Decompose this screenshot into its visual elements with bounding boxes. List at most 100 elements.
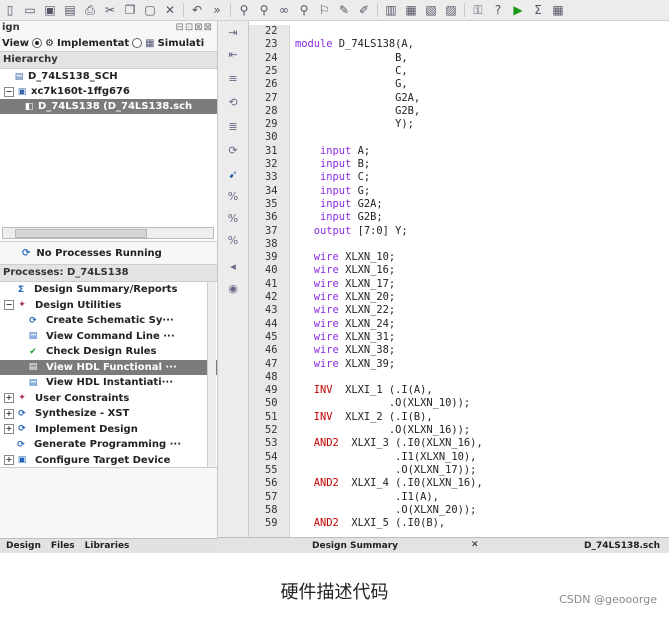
code-line[interactable]: wire XLXN_20; xyxy=(295,291,395,304)
process-item[interactable]: ✔ Check Design Rules xyxy=(0,344,217,360)
find-next-icon[interactable]: ⚲ xyxy=(256,3,272,17)
paste-icon[interactable]: ▢ xyxy=(142,3,158,17)
indent-icon[interactable]: ⇥ xyxy=(226,27,240,39)
process-item[interactable]: + ✦ User Constraints xyxy=(0,391,217,407)
close-icon[interactable]: ✕ xyxy=(471,540,479,550)
tree-item[interactable]: − ▣ xc7k160t-1ffg676 xyxy=(0,84,217,99)
undo-icon[interactable]: ↶ xyxy=(189,3,205,17)
format-icon[interactable]: ≣ xyxy=(226,121,240,133)
process-item[interactable]: ▤ View HDL Functional ··· xyxy=(0,359,217,375)
simulation-radio[interactable] xyxy=(132,38,143,48)
simulation-label[interactable]: Simulati xyxy=(158,38,205,49)
code-line[interactable]: .O(XLXN_17)); xyxy=(295,464,476,477)
process-item[interactable]: + ⟳ Implement Design xyxy=(0,422,217,438)
open-icon[interactable]: ▭ xyxy=(22,3,38,17)
code-line[interactable]: INV XLXI_1 (.I(A), xyxy=(295,384,433,397)
implementation-label[interactable]: Implementat xyxy=(57,38,129,49)
run-icon[interactable]: ▶ xyxy=(510,3,526,17)
pin-icon[interactable]: ➹ xyxy=(226,169,240,181)
code-line[interactable]: input A; xyxy=(295,145,370,158)
cascade-icon[interactable]: ▧ xyxy=(423,3,439,17)
sigma-icon[interactable]: Σ xyxy=(530,3,546,17)
code-line[interactable]: .O(XLXN_10)); xyxy=(295,397,470,410)
code-line[interactable]: .I1(XLXN_10), xyxy=(295,451,476,464)
more-icon[interactable]: » xyxy=(209,3,225,17)
new-icon[interactable]: ▯ xyxy=(2,3,18,17)
process-item[interactable]: ⟳ Generate Programming ··· xyxy=(0,437,217,453)
percent-icon[interactable]: % xyxy=(226,191,240,203)
next-icon[interactable]: ◉ xyxy=(226,283,240,295)
scroll-thumb[interactable] xyxy=(15,229,147,238)
left-tab-files[interactable]: Files xyxy=(51,541,75,551)
code-line[interactable]: G2B, xyxy=(295,105,420,118)
outdent-icon[interactable]: ⇤ xyxy=(226,49,240,61)
tree-item[interactable]: ◧ D_74LS138 (D_74LS138.sch xyxy=(0,99,217,114)
process-item[interactable]: ▤ View Command Line ··· xyxy=(0,329,217,345)
code-line[interactable]: wire XLXN_38; xyxy=(295,344,395,357)
code-line[interactable]: .I1(A), xyxy=(295,491,439,504)
process-item[interactable]: + ▣ Configure Target Device xyxy=(0,453,217,469)
highlight-icon[interactable]: ✎ xyxy=(336,3,352,17)
collapse-icon[interactable]: − xyxy=(4,86,14,97)
hierarchy-hscrollbar[interactable] xyxy=(2,227,214,239)
summary-icon[interactable]: ▦ xyxy=(550,3,566,17)
undo-comment-icon[interactable]: ⟳ xyxy=(226,145,240,157)
collapse-icon[interactable]: − xyxy=(4,300,14,311)
code-line[interactable]: .O(XLXN_16)); xyxy=(295,424,470,437)
bookmark-icon[interactable]: ⚐ xyxy=(316,3,332,17)
window-icon[interactable]: ▥ xyxy=(383,3,399,17)
code-line[interactable]: wire XLXN_31; xyxy=(295,331,395,344)
process-item[interactable]: − ✦ Design Utilities xyxy=(0,298,217,314)
process-item[interactable]: ⟳ Create Schematic Sy··· xyxy=(0,313,217,329)
layout-icon[interactable]: ▨ xyxy=(443,3,459,17)
comment-icon[interactable]: ⟲ xyxy=(226,97,240,109)
code-line[interactable]: wire XLXN_10; xyxy=(295,251,395,264)
process-item[interactable]: ▤ View HDL Instantiati··· xyxy=(0,375,217,391)
code-line[interactable]: wire XLXN_24; xyxy=(295,318,395,331)
cut-icon[interactable]: ✂ xyxy=(102,3,118,17)
code-line[interactable]: wire XLXN_17; xyxy=(295,278,395,291)
list-icon[interactable]: ≡ xyxy=(226,73,240,85)
code-line[interactable]: AND2 XLXI_3 (.I0(XLXN_16), xyxy=(295,437,483,450)
help-icon[interactable]: ? xyxy=(490,3,506,17)
expand-icon[interactable]: + xyxy=(4,424,14,435)
code-editor[interactable]: 22 23 24 25 26 27 28 29 30 31 32 33 34 35 36 37 38 39 40 41… xyxy=(249,21,669,545)
percent-icon-3[interactable]: % xyxy=(226,235,240,247)
code-line[interactable]: input G; xyxy=(295,185,370,198)
implementation-radio[interactable] xyxy=(32,38,43,48)
code-line[interactable]: wire XLXN_22; xyxy=(295,304,395,317)
delete-icon[interactable]: ✕ xyxy=(162,3,178,17)
print-icon[interactable]: ⎙ xyxy=(82,3,98,17)
schematic-tab[interactable]: D_74LS138.sch xyxy=(584,541,660,551)
binoculars-icon[interactable]: ∞ xyxy=(276,3,292,17)
key-icon[interactable]: ⚿ xyxy=(470,3,486,17)
left-tab-libraries[interactable]: Libraries xyxy=(85,541,130,551)
expand-icon[interactable]: + xyxy=(4,393,14,404)
copy-icon[interactable]: ❐ xyxy=(122,3,138,17)
code-line[interactable]: wire XLXN_16; xyxy=(295,264,395,277)
left-tab-design[interactable]: Design xyxy=(6,541,41,551)
pencil-icon[interactable]: ✐ xyxy=(356,3,372,17)
expand-icon[interactable]: + xyxy=(4,408,14,419)
save-all-icon[interactable]: ▤ xyxy=(62,3,78,17)
code-line[interactable]: module D_74LS138(A, xyxy=(295,38,414,51)
save-icon[interactable]: ▣ xyxy=(42,3,58,17)
find-icon[interactable]: ⚲ xyxy=(236,3,252,17)
code-line[interactable]: AND2 XLXI_4 (.I0(XLXN_16), xyxy=(295,477,483,490)
code-line[interactable]: AND2 XLXI_5 (.I0(B), xyxy=(295,517,445,530)
code-line[interactable]: .O(XLXN_20)); xyxy=(295,504,476,517)
find-in-files-icon[interactable]: ⚲ xyxy=(296,3,312,17)
code-line[interactable]: input C; xyxy=(295,171,370,184)
code-line[interactable]: wire XLXN_39; xyxy=(295,358,395,371)
panel-controls-icon[interactable]: ⊟⊡⊠⊠ xyxy=(175,21,217,35)
code-line[interactable]: B, xyxy=(295,52,408,65)
code-line[interactable]: INV XLXI_2 (.I(B), xyxy=(295,411,433,424)
code-line[interactable]: input G2A; xyxy=(295,198,383,211)
code-line[interactable]: output [7:0] Y; xyxy=(295,225,408,238)
code-line[interactable]: Y); xyxy=(295,118,414,131)
design-summary-tab[interactable]: Design Summary xyxy=(312,541,398,551)
process-item[interactable]: Σ Design Summary/Reports xyxy=(0,282,217,298)
prev-icon[interactable]: ◂ xyxy=(226,261,240,273)
code-line[interactable]: C, xyxy=(295,65,408,78)
code-line[interactable]: input G2B; xyxy=(295,211,383,224)
